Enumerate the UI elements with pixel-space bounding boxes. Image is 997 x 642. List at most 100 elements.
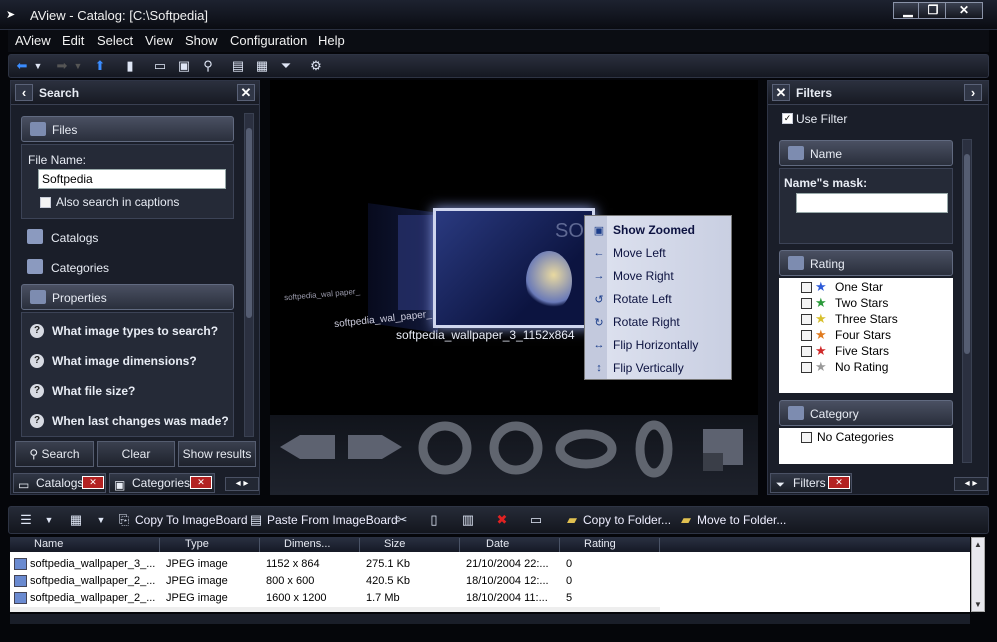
tab-scroll-arrows[interactable]: ◂ ▸ <box>954 477 988 491</box>
category-section[interactable]: Category <box>779 400 953 426</box>
rating-four-stars[interactable]: Four Stars <box>835 328 891 342</box>
question-types[interactable]: What image types to search? <box>52 324 218 338</box>
rating-two-stars[interactable]: Two Stars <box>835 296 888 310</box>
chevron-right-icon[interactable]: › <box>964 84 982 101</box>
also-search-checkbox[interactable] <box>40 197 51 208</box>
category-checkbox[interactable] <box>801 432 812 443</box>
categories-item[interactable]: Categories <box>51 261 109 275</box>
move-to-folder-button[interactable]: Move to Folder... <box>697 513 786 527</box>
tab-catalogs[interactable]: ▭ Catalogs ✕ <box>13 473 106 493</box>
menu-select[interactable]: Select <box>97 33 133 48</box>
tab-filters[interactable]: ⏷ Filters ✕ <box>770 473 852 493</box>
paste-from-imageboard-button[interactable]: Paste From ImageBoard <box>267 513 398 527</box>
rating-checkbox[interactable] <box>801 314 812 325</box>
rating-section[interactable]: Rating <box>779 250 953 276</box>
cut-icon[interactable]: ✂ <box>393 512 411 528</box>
copy-to-imageboard-button[interactable]: Copy To ImageBoard <box>135 513 248 527</box>
question-last-changes[interactable]: When last changes was made? <box>52 414 229 428</box>
flip-vertical-big-icon[interactable] <box>635 420 673 478</box>
rating-checkbox[interactable] <box>801 346 812 357</box>
table-row[interactable]: softpedia_wallpaper_2_... JPEG image 160… <box>10 590 660 607</box>
column-dimensions[interactable]: Dimens... <box>260 538 360 552</box>
question-dimensions[interactable]: What image dimensions? <box>52 354 197 368</box>
no-categories-item[interactable]: No Categories <box>817 430 894 444</box>
catalogs-item[interactable]: Catalogs <box>51 231 98 245</box>
rating-three-stars[interactable]: Three Stars <box>835 312 898 326</box>
close-panel-icon[interactable]: ✕ <box>237 84 255 101</box>
files-section[interactable]: Files <box>21 116 234 142</box>
table-row[interactable]: softpedia_wallpaper_2_... JPEG image 800… <box>10 573 660 590</box>
menu-edit[interactable]: Edit <box>62 33 84 48</box>
filters-scrollbar[interactable] <box>962 139 972 463</box>
back-arrow-icon[interactable]: ⬅ <box>13 58 31 74</box>
table-scrollbar[interactable]: ▲ ▼ <box>971 537 985 612</box>
close-tab-icon[interactable]: ✕ <box>82 476 104 489</box>
folder-icon[interactable]: ▦ <box>253 58 271 74</box>
menu-view[interactable]: View <box>145 33 173 48</box>
gear-icon[interactable]: ⚙ <box>307 58 325 74</box>
chevron-left-icon[interactable]: ‹ <box>15 84 33 101</box>
rating-checkbox[interactable] <box>801 362 812 373</box>
table-row[interactable]: softpedia_wallpaper_3_... JPEG image 115… <box>10 556 660 573</box>
column-size[interactable]: Size <box>360 538 460 552</box>
magnifier-icon[interactable]: ⚲ <box>199 58 217 74</box>
maximize-button[interactable]: ❐ <box>918 2 948 19</box>
scroll-down-icon[interactable]: ▼ <box>974 600 982 609</box>
forward-dropdown-icon[interactable]: ▼ <box>73 58 83 74</box>
rotate-left-big-icon[interactable] <box>418 421 472 475</box>
scroll-up-icon[interactable]: ▲ <box>974 540 982 549</box>
close-button[interactable]: ✕ <box>945 2 983 19</box>
list-view-icon[interactable]: ☰ <box>17 512 35 528</box>
rating-checkbox[interactable] <box>801 282 812 293</box>
rotate-right-big-icon[interactable] <box>489 421 543 475</box>
prev-arrow-icon[interactable] <box>280 435 335 459</box>
menu-aview[interactable]: AView <box>15 33 51 48</box>
monitor-icon[interactable]: ▭ <box>151 58 169 74</box>
menu-show-zoomed[interactable]: Show Zoomed <box>613 223 695 237</box>
flip-horizontal-big-icon[interactable] <box>555 429 617 469</box>
rating-none[interactable]: No Rating <box>835 360 888 374</box>
window-icon[interactable]: ▤ <box>229 58 247 74</box>
menu-rotate-right[interactable]: Rotate Right <box>613 315 680 329</box>
back-dropdown-icon[interactable]: ▼ <box>33 58 43 74</box>
forward-arrow-icon[interactable]: ➡ <box>53 58 71 74</box>
next-arrow-icon[interactable] <box>348 435 402 459</box>
show-results-button[interactable]: Show results <box>178 441 256 467</box>
scroll-thumb[interactable] <box>246 128 252 318</box>
search-scrollbar[interactable] <box>244 113 254 437</box>
column-type[interactable]: Type <box>160 538 260 552</box>
delete-icon[interactable]: ✖ <box>493 512 511 528</box>
close-tab-icon[interactable]: ✕ <box>190 476 212 489</box>
column-date[interactable]: Date <box>460 538 560 552</box>
copy-icon[interactable]: ▯ <box>425 512 443 528</box>
scroll-thumb[interactable] <box>964 154 970 354</box>
dropdown-icon[interactable]: ▼ <box>43 512 55 528</box>
use-filter-checkbox[interactable]: ✓ <box>782 113 793 124</box>
menu-help[interactable]: Help <box>318 33 345 48</box>
clear-button[interactable]: Clear <box>97 441 175 467</box>
search-button[interactable]: ⚲ Search <box>15 441 94 467</box>
menu-move-right[interactable]: Move Right <box>613 269 674 283</box>
copy-to-folder-button[interactable]: Copy to Folder... <box>583 513 671 527</box>
menu-show[interactable]: Show <box>185 33 218 48</box>
column-name[interactable]: Name <box>10 538 160 552</box>
dropdown-icon[interactable]: ▼ <box>95 512 107 528</box>
close-panel-icon[interactable]: ✕ <box>772 84 790 101</box>
menu-rotate-left[interactable]: Rotate Left <box>613 292 672 306</box>
book-icon[interactable]: ▮ <box>121 58 139 74</box>
up-arrow-icon[interactable]: ⬆ <box>91 58 109 74</box>
name-mask-input[interactable] <box>796 193 948 213</box>
menu-flip-horizontally[interactable]: Flip Horizontally <box>613 338 698 352</box>
rating-five-stars[interactable]: Five Stars <box>835 344 889 358</box>
close-tab-icon[interactable]: ✕ <box>828 476 850 489</box>
rating-one-star[interactable]: One Star <box>835 280 883 294</box>
tab-categories[interactable]: ▣ Categories ✕ <box>109 473 215 493</box>
rating-checkbox[interactable] <box>801 298 812 309</box>
properties-section[interactable]: Properties <box>21 284 234 310</box>
paste-icon[interactable]: ▥ <box>459 512 477 528</box>
menu-move-left[interactable]: Move Left <box>613 246 666 260</box>
filter-icon[interactable]: ⏷ <box>277 58 295 74</box>
tab-scroll-arrows[interactable]: ◂ ▸ <box>225 477 259 491</box>
file-name-input[interactable]: Softpedia <box>38 169 226 189</box>
name-section[interactable]: Name <box>779 140 953 166</box>
